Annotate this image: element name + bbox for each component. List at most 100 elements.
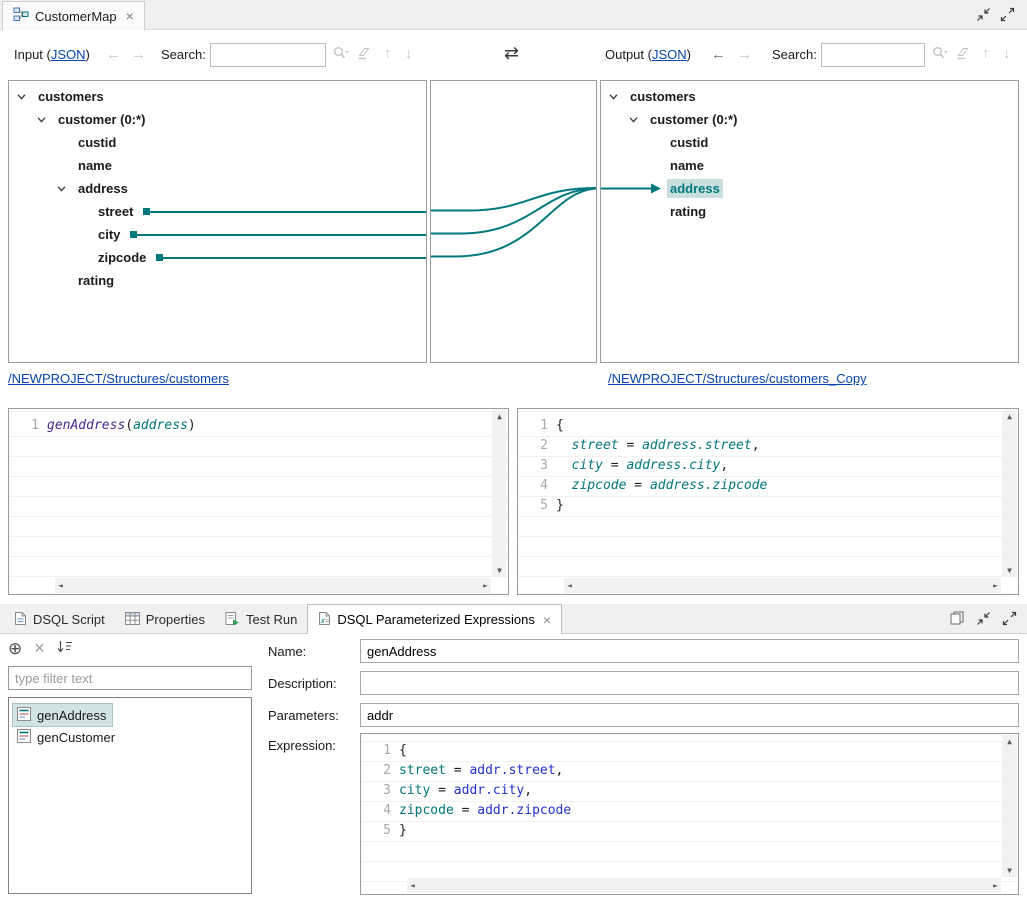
back-icon[interactable]: ← [711, 46, 726, 64]
delete-expression-icon[interactable]: × [34, 640, 45, 657]
mapping-expression-editor[interactable]: 1genAddress(address) ▲ ▼ ◄ ► [8, 408, 509, 595]
tree-item-street[interactable]: street [9, 200, 426, 223]
search-icon[interactable] [932, 46, 948, 63]
scroll-down-icon[interactable]: ▼ [1002, 566, 1017, 575]
scroll-up-icon[interactable]: ▲ [1002, 737, 1017, 746]
input-json-link[interactable]: JSON [51, 47, 86, 62]
scroll-left-icon[interactable]: ◄ [58, 578, 63, 593]
line-number: 2 [518, 436, 556, 456]
mapping-anchor[interactable] [143, 208, 150, 215]
scroll-left-icon[interactable]: ◄ [410, 878, 415, 893]
search-icon[interactable] [333, 46, 349, 63]
code-line[interactable]: 5} [518, 496, 1018, 516]
list-item-gencustomer[interactable]: genCustomer [13, 726, 121, 748]
mapping-canvas[interactable] [430, 80, 597, 363]
clear-highlight-icon[interactable] [357, 47, 371, 63]
scroll-down-icon[interactable]: ▼ [492, 566, 507, 575]
code-line[interactable]: 1{ [518, 416, 1018, 436]
code-area[interactable]: 1{2 street = address.street,3 city = add… [518, 409, 1018, 516]
search-previous-icon[interactable]: ↑ [384, 45, 392, 63]
search-input-left[interactable] [210, 43, 326, 67]
horizontal-scrollbar[interactable]: ◄ ► [55, 578, 491, 593]
description-field[interactable] [360, 671, 1019, 695]
scroll-right-icon[interactable]: ► [483, 578, 488, 593]
tab-properties[interactable]: Properties [115, 605, 215, 634]
tree-item-rating[interactable]: rating [601, 200, 1018, 223]
tree-item-customers[interactable]: customers [9, 85, 426, 108]
scroll-down-icon[interactable]: ▼ [1002, 866, 1017, 875]
name-label: Name: [268, 644, 306, 659]
tree-item-name[interactable]: name [9, 154, 426, 177]
tree-item-customers[interactable]: customers [601, 85, 1018, 108]
chevron-down-icon[interactable] [629, 117, 647, 123]
input-structure-link[interactable]: /NEWPROJECT/Structures/customers [8, 371, 229, 386]
search-next-icon[interactable]: ↓ [1003, 45, 1011, 63]
close-icon[interactable]: × [126, 8, 134, 24]
code-line[interactable]: 2 street = address.street, [518, 436, 1018, 456]
tab-customermap[interactable]: CustomerMap × [2, 1, 145, 30]
scroll-right-icon[interactable]: ► [993, 578, 998, 593]
code-line[interactable]: 1{ [361, 741, 1018, 761]
maximize-icon[interactable] [1000, 7, 1015, 25]
scroll-up-icon[interactable]: ▲ [1002, 412, 1017, 421]
tab-dsql-parameterized-expressions[interactable]: x=DSQL Parameterized Expressions× [307, 604, 562, 634]
clear-highlight-icon[interactable] [956, 47, 970, 63]
tree-item-customer-0[interactable]: customer (0:*) [9, 108, 426, 131]
restore-icon[interactable] [976, 611, 991, 629]
search-previous-icon[interactable]: ↑ [982, 45, 990, 63]
vertical-scrollbar[interactable]: ▲ ▼ [1002, 735, 1017, 877]
vertical-scrollbar[interactable]: ▲ ▼ [492, 410, 507, 577]
tree-item-custid[interactable]: custid [601, 131, 1018, 154]
code-line[interactable]: 4 zipcode = address.zipcode [518, 476, 1018, 496]
chevron-down-icon[interactable] [57, 186, 75, 192]
scroll-up-icon[interactable]: ▲ [492, 412, 507, 421]
horizontal-scrollbar[interactable]: ◄ ► [407, 878, 1001, 893]
code-line[interactable]: 3city = addr.city, [361, 781, 1018, 801]
search-next-icon[interactable]: ↓ [405, 45, 413, 63]
name-field[interactable] [360, 639, 1019, 663]
target-expression-editor[interactable]: 1{2 street = address.street,3 city = add… [517, 408, 1019, 595]
tab-dsql-script[interactable]: DSQL Script [4, 605, 115, 634]
sort-icon[interactable] [57, 640, 73, 657]
parameters-field[interactable] [360, 703, 1019, 727]
code-area[interactable]: 1{2street = addr.street,3city = addr.cit… [361, 734, 1018, 841]
scroll-left-icon[interactable]: ◄ [567, 578, 572, 593]
tree-item-zipcode[interactable]: zipcode [9, 246, 426, 269]
tree-item-name[interactable]: name [601, 154, 1018, 177]
tab-test-run[interactable]: Test Run [215, 605, 307, 634]
restore-icon[interactable] [976, 7, 991, 25]
chevron-down-icon[interactable] [609, 94, 627, 100]
code-line[interactable]: 4zipcode = addr.zipcode [361, 801, 1018, 821]
maximize-icon[interactable] [1002, 611, 1017, 629]
swap-direction-icon[interactable]: ⇄ [504, 43, 519, 64]
back-icon[interactable]: ← [106, 46, 121, 64]
mapping-anchor[interactable] [130, 231, 137, 238]
scroll-right-icon[interactable]: ► [993, 878, 998, 893]
tree-item-rating[interactable]: rating [9, 269, 426, 292]
output-structure-link[interactable]: /NEWPROJECT/Structures/customers_Copy [608, 371, 867, 386]
close-icon[interactable]: × [543, 612, 551, 628]
mapping-anchor[interactable] [156, 254, 163, 261]
pages-icon[interactable] [950, 611, 965, 629]
vertical-scrollbar[interactable]: ▲ ▼ [1002, 410, 1017, 577]
tree-item-customer-0[interactable]: customer (0:*) [601, 108, 1018, 131]
code-line[interactable]: 2street = addr.street, [361, 761, 1018, 781]
code-line[interactable]: 3 city = address.city, [518, 456, 1018, 476]
horizontal-scrollbar[interactable]: ◄ ► [564, 578, 1001, 593]
tree-item-custid[interactable]: custid [9, 131, 426, 154]
code-line[interactable]: 5} [361, 821, 1018, 841]
add-expression-icon[interactable]: ⊕ [8, 640, 22, 657]
chevron-down-icon[interactable] [17, 94, 35, 100]
tree-item-city[interactable]: city [9, 223, 426, 246]
expression-editor[interactable]: 1{2street = addr.street,3city = addr.cit… [360, 733, 1019, 895]
list-item-genaddress[interactable]: genAddress [13, 704, 112, 726]
output-json-link[interactable]: JSON [652, 47, 687, 62]
forward-icon[interactable]: → [131, 46, 146, 64]
chevron-down-icon[interactable] [37, 117, 55, 123]
code-line[interactable]: 1genAddress(address) [9, 416, 508, 436]
tree-item-address[interactable]: address [9, 177, 426, 200]
forward-icon[interactable]: → [737, 46, 752, 64]
search-input-right[interactable] [821, 43, 925, 67]
code-area[interactable]: 1genAddress(address) [9, 409, 508, 436]
filter-input[interactable] [8, 666, 252, 690]
